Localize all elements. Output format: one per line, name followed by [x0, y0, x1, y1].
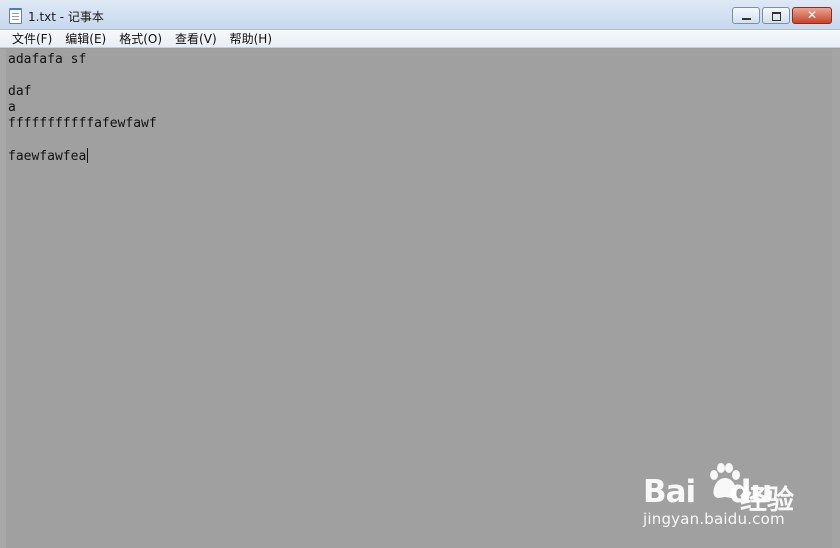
editor-line: ​: [8, 68, 832, 84]
vertical-scrollbar[interactable]: [832, 49, 840, 548]
editor-line: ​: [8, 132, 832, 148]
close-button[interactable]: ✕: [792, 7, 832, 24]
menu-format[interactable]: 格式(O): [113, 31, 169, 47]
menu-bar: 文件(F) 编辑(E) 格式(O) 查看(V) 帮助(H): [0, 30, 840, 48]
title-bar[interactable]: 1.txt - 记事本 ✕: [0, 0, 840, 30]
minimize-icon: [733, 8, 759, 23]
text-caret: [87, 148, 89, 163]
editor-line: adafafa sf: [8, 52, 87, 67]
editor-line: daf: [8, 84, 32, 99]
editor-last-line: faewfawfea: [8, 148, 832, 165]
menu-file[interactable]: 文件(F): [6, 31, 59, 47]
watermark-logo-left: Bai: [643, 474, 696, 510]
window-title: 1.txt - 记事本: [28, 10, 104, 24]
baidu-paw-icon: [710, 463, 740, 498]
close-icon: ✕: [806, 8, 818, 22]
baidu-jingyan-watermark: Bai du 经验 jingyan.baidu.com: [643, 462, 833, 532]
watermark-url: jingyan.baidu.com: [643, 510, 785, 528]
minimize-button[interactable]: [732, 7, 760, 24]
editor-line: a: [8, 100, 16, 115]
menu-view[interactable]: 查看(V): [169, 31, 224, 47]
editor-line: faewfawfea: [8, 149, 87, 164]
editor-text[interactable]: adafafa sf​dafafffffffffffafewfawf​faewf…: [6, 49, 832, 165]
notepad-icon: [9, 8, 22, 24]
maximize-icon: [763, 8, 789, 23]
window-controls: ✕: [730, 7, 832, 25]
menu-edit[interactable]: 编辑(E): [59, 31, 113, 47]
editor-line: fffffffffffafewfawf: [8, 116, 157, 131]
menu-help[interactable]: 帮助(H): [224, 31, 279, 47]
maximize-button[interactable]: [762, 7, 790, 24]
